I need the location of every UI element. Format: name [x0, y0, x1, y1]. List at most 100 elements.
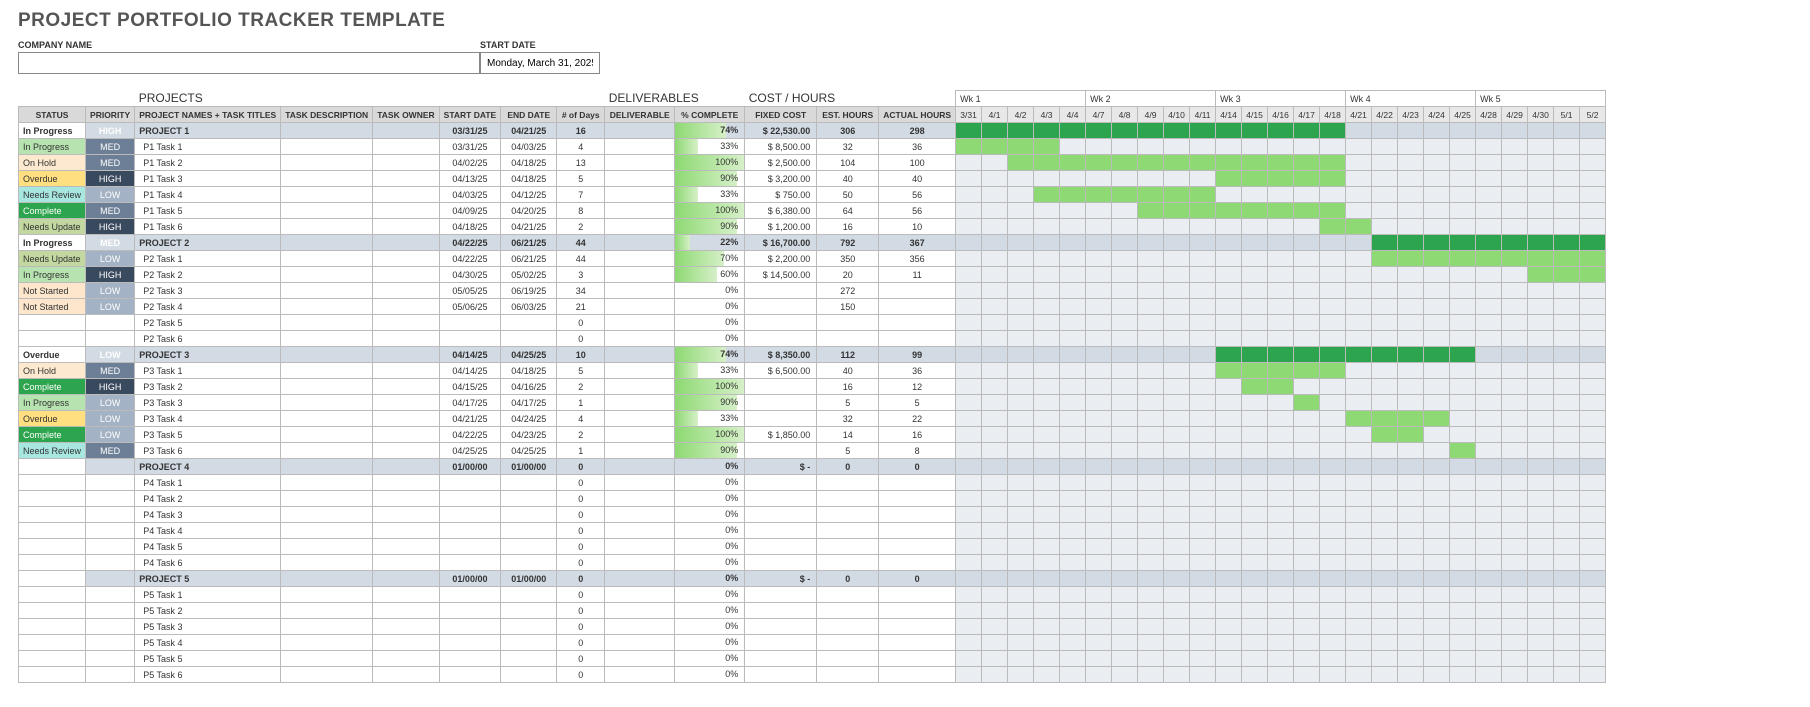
desc-cell[interactable]: [281, 267, 373, 283]
priority-cell[interactable]: [86, 651, 135, 667]
project-row[interactable]: In ProgressMEDPROJECT 204/22/2506/21/254…: [19, 235, 1606, 251]
cost-cell[interactable]: [745, 651, 817, 667]
task-row[interactable]: P5 Task 500%: [19, 651, 1606, 667]
title-cell[interactable]: P2 Task 6: [135, 331, 281, 347]
sdate-cell[interactable]: [439, 491, 501, 507]
owner-cell[interactable]: [373, 283, 439, 299]
edate-cell[interactable]: 06/03/25: [501, 299, 557, 315]
est-cell[interactable]: 5: [817, 443, 879, 459]
sdate-cell[interactable]: 04/09/25: [439, 203, 501, 219]
act-cell[interactable]: 10: [879, 219, 956, 235]
title-cell[interactable]: P1 Task 1: [135, 139, 281, 155]
est-cell[interactable]: [817, 667, 879, 683]
sdate-cell[interactable]: 04/14/25: [439, 347, 501, 363]
project-row[interactable]: PROJECT 501/00/0001/00/0000%$ -00: [19, 571, 1606, 587]
desc-cell[interactable]: [281, 299, 373, 315]
status-cell[interactable]: [19, 491, 86, 507]
deliverable-cell[interactable]: [605, 587, 675, 603]
title-cell[interactable]: P5 Task 1: [135, 587, 281, 603]
priority-cell[interactable]: HIGH: [86, 219, 135, 235]
desc-cell[interactable]: [281, 635, 373, 651]
cost-cell[interactable]: [745, 507, 817, 523]
task-row[interactable]: P5 Task 600%: [19, 667, 1606, 683]
deliverable-cell[interactable]: [605, 507, 675, 523]
cost-cell[interactable]: [745, 619, 817, 635]
deliverable-cell[interactable]: [605, 235, 675, 251]
act-cell[interactable]: [879, 651, 956, 667]
desc-cell[interactable]: [281, 171, 373, 187]
edate-cell[interactable]: [501, 507, 557, 523]
owner-cell[interactable]: [373, 459, 439, 475]
edate-cell[interactable]: 04/21/25: [501, 123, 557, 139]
desc-cell[interactable]: [281, 523, 373, 539]
task-row[interactable]: P4 Task 600%: [19, 555, 1606, 571]
priority-cell[interactable]: MED: [86, 139, 135, 155]
edate-cell[interactable]: [501, 331, 557, 347]
title-cell[interactable]: PROJECT 5: [135, 571, 281, 587]
sdate-cell[interactable]: 04/22/25: [439, 235, 501, 251]
owner-cell[interactable]: [373, 139, 439, 155]
edate-cell[interactable]: 04/25/25: [501, 347, 557, 363]
cost-cell[interactable]: [745, 555, 817, 571]
status-cell[interactable]: Not Started: [19, 299, 86, 315]
est-cell[interactable]: 0: [817, 571, 879, 587]
est-cell[interactable]: [817, 587, 879, 603]
status-cell[interactable]: In Progress: [19, 267, 86, 283]
priority-cell[interactable]: LOW: [86, 251, 135, 267]
title-cell[interactable]: P2 Task 1: [135, 251, 281, 267]
project-row[interactable]: In ProgressHIGHPROJECT 103/31/2504/21/25…: [19, 123, 1606, 139]
owner-cell[interactable]: [373, 603, 439, 619]
est-cell[interactable]: [817, 555, 879, 571]
task-row[interactable]: Needs UpdateLOWP2 Task 104/22/2506/21/25…: [19, 251, 1606, 267]
act-cell[interactable]: 367: [879, 235, 956, 251]
status-cell[interactable]: Overdue: [19, 347, 86, 363]
title-cell[interactable]: P1 Task 2: [135, 155, 281, 171]
owner-cell[interactable]: [373, 299, 439, 315]
status-cell[interactable]: [19, 635, 86, 651]
title-cell[interactable]: P3 Task 5: [135, 427, 281, 443]
edate-cell[interactable]: 04/21/25: [501, 219, 557, 235]
owner-cell[interactable]: [373, 363, 439, 379]
desc-cell[interactable]: [281, 475, 373, 491]
project-row[interactable]: OverdueLOWPROJECT 304/14/2504/25/251074%…: [19, 347, 1606, 363]
sdate-cell[interactable]: 03/31/25: [439, 123, 501, 139]
status-cell[interactable]: [19, 331, 86, 347]
sdate-cell[interactable]: [439, 603, 501, 619]
cost-cell[interactable]: [745, 587, 817, 603]
desc-cell[interactable]: [281, 507, 373, 523]
deliverable-cell[interactable]: [605, 171, 675, 187]
cost-cell[interactable]: [745, 523, 817, 539]
sdate-cell[interactable]: [439, 331, 501, 347]
act-cell[interactable]: 22: [879, 411, 956, 427]
owner-cell[interactable]: [373, 155, 439, 171]
desc-cell[interactable]: [281, 555, 373, 571]
cost-cell[interactable]: [745, 491, 817, 507]
cost-cell[interactable]: $ 1,850.00: [745, 427, 817, 443]
act-cell[interactable]: 8: [879, 443, 956, 459]
status-cell[interactable]: Complete: [19, 427, 86, 443]
priority-cell[interactable]: [86, 491, 135, 507]
title-cell[interactable]: P1 Task 5: [135, 203, 281, 219]
est-cell[interactable]: 306: [817, 123, 879, 139]
cost-cell[interactable]: [745, 315, 817, 331]
sdate-cell[interactable]: [439, 667, 501, 683]
title-cell[interactable]: P4 Task 5: [135, 539, 281, 555]
owner-cell[interactable]: [373, 587, 439, 603]
deliverable-cell[interactable]: [605, 363, 675, 379]
cost-cell[interactable]: [745, 603, 817, 619]
desc-cell[interactable]: [281, 315, 373, 331]
owner-cell[interactable]: [373, 651, 439, 667]
deliverable-cell[interactable]: [605, 475, 675, 491]
cost-cell[interactable]: [745, 539, 817, 555]
deliverable-cell[interactable]: [605, 635, 675, 651]
sdate-cell[interactable]: [439, 555, 501, 571]
edate-cell[interactable]: [501, 475, 557, 491]
deliverable-cell[interactable]: [605, 619, 675, 635]
owner-cell[interactable]: [373, 235, 439, 251]
task-row[interactable]: On HoldMEDP3 Task 104/14/2504/18/25533%$…: [19, 363, 1606, 379]
sdate-cell[interactable]: [439, 635, 501, 651]
deliverable-cell[interactable]: [605, 347, 675, 363]
owner-cell[interactable]: [373, 251, 439, 267]
act-cell[interactable]: [879, 331, 956, 347]
cost-cell[interactable]: [745, 379, 817, 395]
